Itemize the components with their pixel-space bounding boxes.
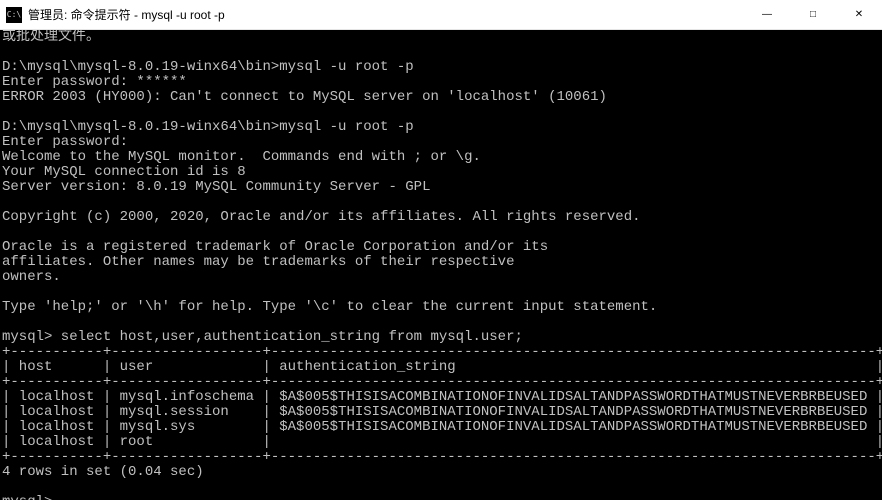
- cmd-icon: C:\: [6, 7, 22, 23]
- minimize-button[interactable]: —: [744, 0, 790, 29]
- terminal-output[interactable]: 或批处理文件。 D:\mysql\mysql-8.0.19-winx64\bin…: [0, 30, 882, 500]
- window-titlebar: C:\ 管理员: 命令提示符 - mysql -u root -p — □ ✕: [0, 0, 882, 30]
- close-button[interactable]: ✕: [836, 0, 882, 29]
- maximize-button[interactable]: □: [790, 0, 836, 29]
- window-controls: — □ ✕: [744, 0, 882, 29]
- window-title: 管理员: 命令提示符 - mysql -u root -p: [28, 6, 744, 23]
